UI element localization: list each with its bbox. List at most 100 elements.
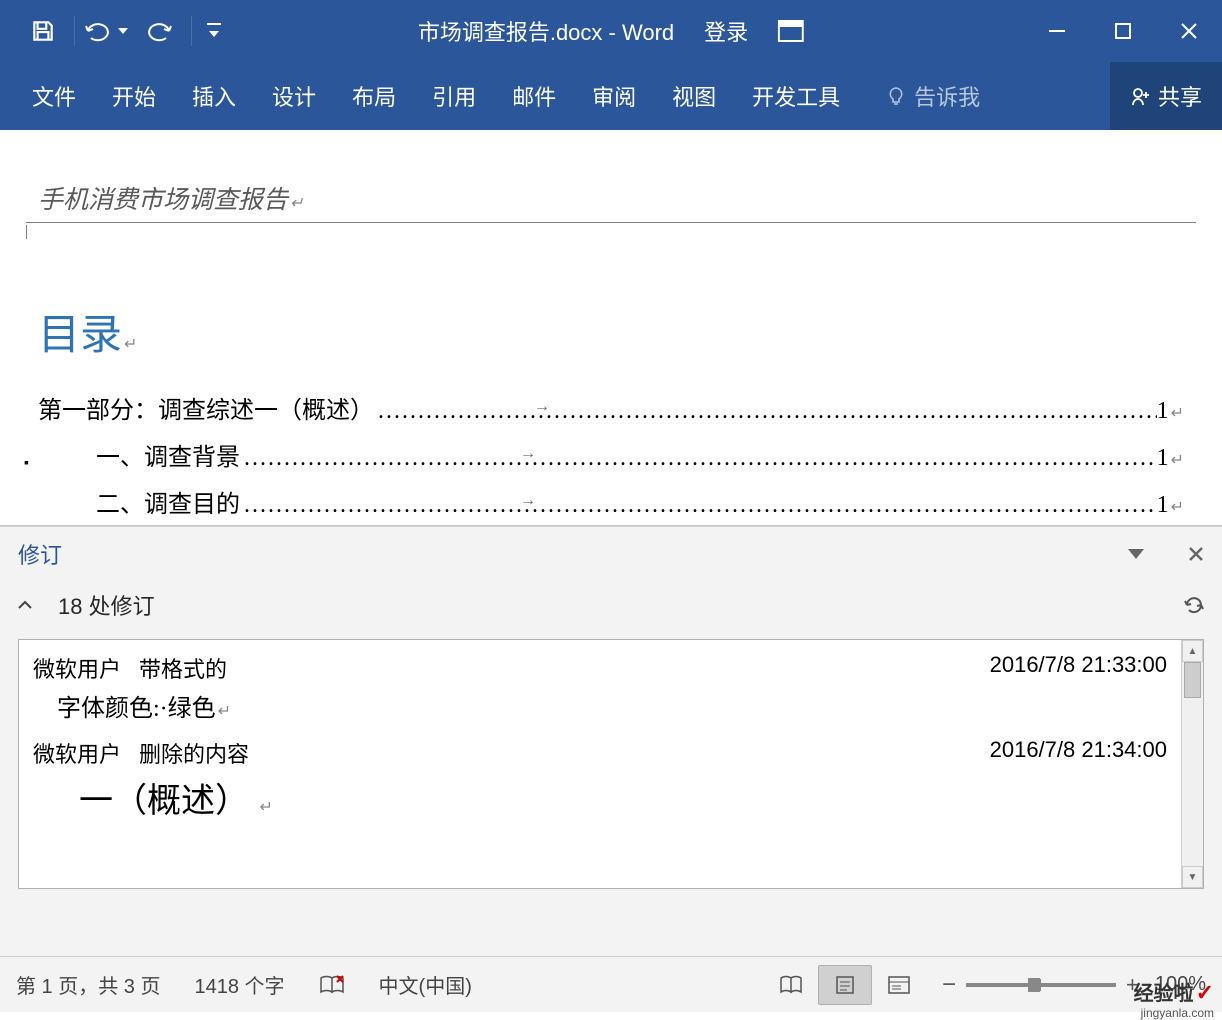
toc-heading: 目录↵ [38,301,1184,362]
revision-item[interactable]: 微软用户带格式的 2016/7/8 21:33:00 字体颜色:·绿色↵ [33,652,1167,723]
zoom-out-button[interactable]: − [942,971,956,999]
web-layout-button[interactable] [872,965,926,1005]
toc-page: 1 [1157,445,1169,472]
header-rule [26,222,1196,223]
scroll-thumb[interactable] [1184,662,1201,698]
toc-text: 一、调查背景 [96,437,240,472]
revisions-list[interactable]: 微软用户带格式的 2016/7/8 21:33:00 字体颜色:·绿色↵ 微软用… [19,640,1181,888]
chevron-up-icon [18,600,32,610]
read-icon [779,975,803,995]
book-icon [319,974,345,996]
document-content: 手机消费市场调查报告↵ ▪ 目录↵ 第一部分：调查综述一（概述） → 1↵ 一、… [0,130,1222,526]
minimize-icon [1049,30,1065,32]
ribbon-options-icon [778,20,804,42]
revision-user: 微软用户 [33,657,121,682]
tab-file[interactable]: 文件 [14,62,94,130]
print-layout-button[interactable] [818,965,872,1005]
quick-access-toolbar [0,0,232,62]
title-bar: 市场调查报告.docx - Word 登录 [0,0,1222,62]
lightbulb-icon [886,86,906,106]
language-indicator[interactable]: 中文(中国) [379,970,472,999]
tab-design[interactable]: 设计 [254,62,334,130]
revision-time: 2016/7/8 21:34:00 [990,737,1167,769]
close-icon [1188,546,1204,562]
spell-check-button[interactable] [319,974,345,996]
tab-view[interactable]: 视图 [654,62,734,130]
web-icon [887,975,911,995]
toc-entry-3[interactable]: 二、调查目的 → 1↵ [38,484,1184,519]
share-button[interactable]: 共享 [1110,62,1222,130]
tab-mailings[interactable]: 邮件 [494,62,574,130]
toc-text: 第一部分：调查综述一（概述） [38,390,374,425]
document-area[interactable]: 手机消费市场调查报告↵ ▪ 目录↵ 第一部分：调查综述一（概述） → 1↵ 一、… [0,130,1222,526]
redo-icon [147,20,173,42]
watermark-domain: jingyanla.com [1141,1006,1214,1020]
tab-review[interactable]: 审阅 [574,62,654,130]
zoom-slider[interactable] [966,983,1116,987]
revisions-title: 修订 [18,538,62,570]
word-count[interactable]: 1418 个字 [194,970,284,999]
document-title: 市场调查报告.docx - Word [418,15,674,47]
list-bullet: ▪ [24,454,29,470]
header-corner [26,225,40,239]
toc-entry-2[interactable]: 一、调查背景 → 1↵ [38,437,1184,472]
maximize-icon [1115,23,1131,39]
redo-button[interactable] [133,0,187,62]
tell-me-label: 告诉我 [914,80,980,112]
view-buttons [764,965,926,1005]
close-button[interactable] [1156,0,1222,62]
zoom-thumb[interactable] [1028,978,1040,992]
toc-page: 1 [1157,398,1169,425]
revisions-header: 修订 [0,527,1222,581]
toc-leader: → [240,492,1157,519]
title-center: 市场调查报告.docx - Word 登录 [418,15,804,47]
login-link[interactable]: 登录 [704,15,748,47]
revision-user: 微软用户 [33,742,121,767]
watermark: 经验啦✓ [1134,977,1214,1006]
ribbon-display-button[interactable] [778,20,804,42]
scroll-down-button[interactable]: ▼ [1182,866,1203,888]
maximize-button[interactable] [1090,0,1156,62]
chevron-down-icon [118,28,128,34]
tab-insert[interactable]: 插入 [174,62,254,130]
collapse-button[interactable] [18,600,32,610]
page-indicator[interactable]: 第 1 页，共 3 页 [16,970,160,999]
toc-page: 1 [1157,492,1169,519]
page-icon [835,975,855,995]
minimize-button[interactable] [1024,0,1090,62]
window-controls [1024,0,1222,62]
undo-icon [84,20,114,42]
undo-button[interactable] [79,0,133,62]
page-header: 手机消费市场调查报告↵ [38,180,1184,216]
revisions-pane: 修订 18 处修订 微软用户带格式的 2016/7/8 21:33:00 字体颜… [0,526,1222,956]
save-icon [30,18,56,44]
separator [74,16,75,46]
tab-developer[interactable]: 开发工具 [734,62,858,130]
toc-leader: → [374,398,1157,425]
tell-me-search[interactable]: 告诉我 [868,62,998,130]
separator [191,16,192,46]
scrollbar[interactable]: ▲ ▼ [1181,640,1203,888]
pane-options-button[interactable] [1128,549,1144,559]
customize-qat-button[interactable] [196,0,232,62]
revisions-list-container: 微软用户带格式的 2016/7/8 21:33:00 字体颜色:·绿色↵ 微软用… [18,639,1204,889]
toc-text: 二、调查目的 [96,484,240,519]
revision-body: 一（概述） ↵ [33,773,1167,822]
revision-time: 2016/7/8 21:33:00 [990,652,1167,684]
revision-action: 带格式的 [139,657,227,682]
revision-body: 字体颜色:·绿色↵ [33,688,1167,723]
read-mode-button[interactable] [764,965,818,1005]
tab-references[interactable]: 引用 [414,62,494,130]
chevron-down-icon [207,23,221,39]
toc-entry-1[interactable]: 第一部分：调查综述一（概述） → 1↵ [38,390,1184,425]
ribbon-tabs: 文件 开始 插入 设计 布局 引用 邮件 审阅 视图 开发工具 告诉我 共享 [0,62,1222,130]
tab-layout[interactable]: 布局 [334,62,414,130]
refresh-button[interactable] [1184,595,1204,615]
tab-home[interactable]: 开始 [94,62,174,130]
toc-leader: → [240,445,1157,472]
pane-close-button[interactable] [1188,546,1204,562]
scroll-up-button[interactable]: ▲ [1182,640,1203,662]
revision-item[interactable]: 微软用户删除的内容 2016/7/8 21:34:00 一（概述） ↵ [33,737,1167,822]
save-button[interactable] [16,0,70,62]
status-bar: 第 1 页，共 3 页 1418 个字 中文(中国) − + 100% [0,956,1222,1012]
